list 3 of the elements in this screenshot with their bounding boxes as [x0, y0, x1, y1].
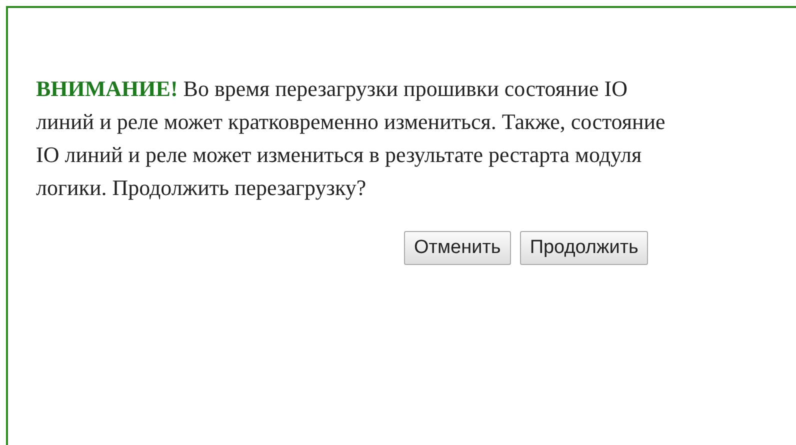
dialog-button[interactable]: Отменить — [404, 231, 511, 265]
warning-message: ВНИМАНИЕ! Во время перезагрузки прошивки состояние IO линий и реле может кратковременно измениться. Также, состояние IO линий и реле может измениться в результате рестарта модуля логики. Продолжить перезагрузку? — [36, 75, 666, 202]
dialog-button[interactable]: Продолжить — [520, 231, 648, 265]
